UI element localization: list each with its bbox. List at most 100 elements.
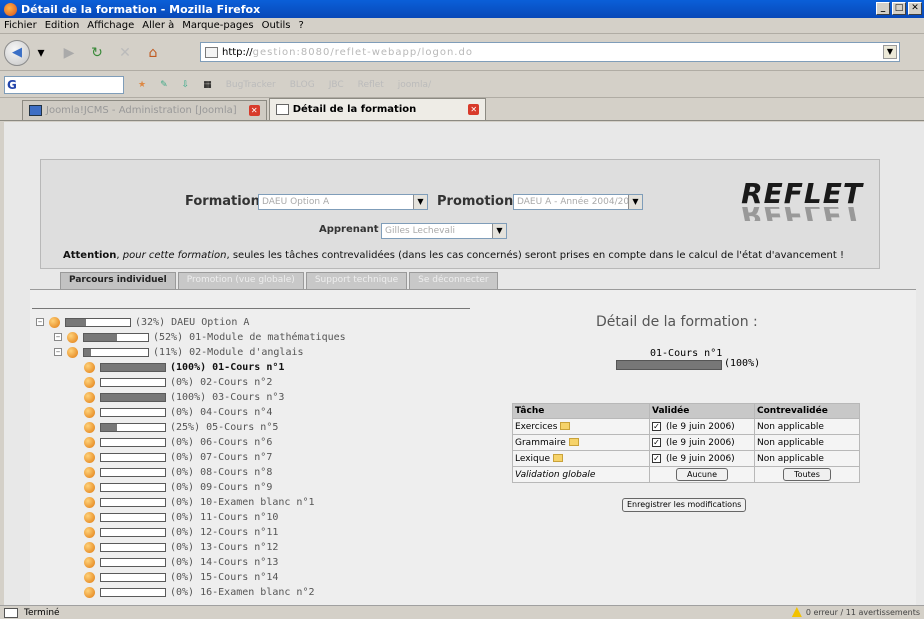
chevron-down-icon: ▼ [492,224,506,238]
progress-bar [100,497,166,507]
validated-checkbox[interactable]: ✓ [652,437,661,447]
node-status-icon [84,511,95,523]
node-status-icon [84,481,95,493]
tree-node-label[interactable]: (0%) 16-Examen blanc n°2 [170,587,315,598]
close-tab-icon[interactable]: ✕ [248,105,260,116]
tree-node[interactable]: (0%) 15-Cours n°14 [84,570,278,584]
menu-fichier[interactable]: Fichier [4,20,37,31]
tree-node-label[interactable]: (0%) 07-Cours n°7 [170,452,272,463]
folder-icon[interactable] [560,422,571,430]
close-tab-icon[interactable]: ✕ [468,104,480,115]
bookmark-bugtracker[interactable]: BugTracker [226,80,276,90]
maximize-button[interactable]: □ [892,2,906,15]
collapse-icon[interactable]: − [36,318,44,326]
tree-node[interactable]: (0%) 09-Cours n°9 [84,480,272,494]
tree-node-label[interactable]: (0%) 04-Cours n°4 [170,407,272,418]
tree-node-label[interactable]: (0%) 12-Cours n°11 [170,527,278,538]
stop-icon[interactable]: ✕ [116,44,134,62]
reload-icon[interactable]: ↻ [88,44,106,62]
minimize-button[interactable]: _ [876,2,890,15]
folder-icon[interactable] [553,454,564,462]
tab-parcours-individuel[interactable]: Parcours individuel [60,272,176,289]
grid-icon[interactable]: ▦ [203,80,212,90]
tree-node[interactable]: (0%) 08-Cours n°8 [84,465,272,479]
tree-node[interactable]: (0%) 11-Cours n°10 [84,510,278,524]
back-arrow-icon[interactable]: ◀ [4,39,30,66]
progress-bar [100,377,166,387]
home-icon[interactable]: ⌂ [144,44,162,62]
firefox-icon [4,2,17,16]
menu-aller[interactable]: Aller à [142,20,174,31]
tree-node[interactable]: (0%) 07-Cours n°7 [84,450,272,464]
promotion-select[interactable]: DAEU A - Année 2004/2005 ▼ [513,194,643,210]
bookmark-jbc[interactable]: JBC [329,80,344,90]
bookmark-blog[interactable]: BLOG [290,80,315,90]
save-changes-button[interactable]: Enregistrer les modifications [622,498,747,512]
tree-node[interactable]: − (32%) DAEU Option A [36,315,249,329]
validated-checkbox[interactable]: ✓ [652,453,661,463]
search-engine-box[interactable]: G [4,75,124,94]
tree-node[interactable]: (25%) 05-Cours n°5 [84,420,278,434]
tree-node-label[interactable]: (0%) 13-Cours n°12 [170,542,278,553]
tree-node-label[interactable]: (100%) 01-Cours n°1 [170,362,284,373]
status-text: Terminé [24,607,60,618]
tree-node[interactable]: (100%) 03-Cours n°3 [84,390,284,404]
tree-node-label[interactable]: (11%) 02-Module d'anglais [153,347,304,358]
collapse-icon[interactable]: − [54,333,62,341]
tree-node-label[interactable]: (0%) 10-Examen blanc n°1 [170,497,315,508]
formation-select[interactable]: DAEU Option A ▼ [258,194,428,210]
tree-node[interactable]: − (52%) 01-Module de mathématiques [54,330,346,344]
tree-node[interactable]: (0%) 06-Cours n°6 [84,435,272,449]
address-bar[interactable]: http:// gestion:8080/reflet-webapp/logon… [200,42,900,62]
tree-node[interactable]: (100%) 01-Cours n°1 [84,360,284,374]
tree-node[interactable]: (0%) 16-Examen blanc n°2 [84,585,315,599]
tree-node[interactable]: (0%) 02-Cours n°2 [84,375,272,389]
menu-help[interactable]: ? [298,20,303,31]
tree-node-label[interactable]: (0%) 11-Cours n°10 [170,512,278,523]
close-window-button[interactable]: ✕ [908,2,922,15]
tab-support-technique[interactable]: Support technique [305,272,408,289]
tree-node[interactable]: (0%) 14-Cours n°13 [84,555,278,569]
validate-none-button[interactable]: Aucune [675,468,728,481]
tree-node-label[interactable]: (0%) 09-Cours n°9 [170,482,272,493]
error-console-status[interactable]: 0 erreur / 11 avertissements [791,607,920,617]
tree-node-label[interactable]: (0%) 14-Cours n°13 [170,557,278,568]
tab-promotion[interactable]: Promotion (vue globale) [177,272,304,289]
folder-icon[interactable] [568,438,579,446]
vertical-scrollbar[interactable] [916,122,924,605]
star-icon[interactable]: ★ [138,80,146,90]
dropdown-icon[interactable]: ▾ [32,44,50,62]
tree-node[interactable]: (0%) 12-Cours n°11 [84,525,278,539]
tree-node-label[interactable]: (100%) 03-Cours n°3 [170,392,284,403]
validate-all-button[interactable]: Toutes [783,468,831,481]
tree-node[interactable]: (0%) 04-Cours n°4 [84,405,272,419]
menu-outils[interactable]: Outils [262,20,291,31]
menu-marque-pages[interactable]: Marque-pages [182,20,253,31]
tree-node-label[interactable]: (0%) 15-Cours n°14 [170,572,278,583]
tree-node-label[interactable]: (0%) 02-Cours n°2 [170,377,272,388]
tab-joomla[interactable]: Joomla!JCMS - Administration [Joomla] ✕ [22,100,267,120]
url-history-dropdown-icon[interactable]: ▼ [883,45,897,59]
tree-node-label[interactable]: (25%) 05-Cours n°5 [170,422,278,433]
collapse-icon[interactable]: − [54,348,62,356]
tree-node[interactable]: (0%) 10-Examen blanc n°1 [84,495,315,509]
bookmark-reflet[interactable]: Reflet [358,80,384,90]
download-icon[interactable]: ⇩ [182,80,190,90]
tree-node[interactable]: − (11%) 02-Module d'anglais [54,345,304,359]
menu-affichage[interactable]: Affichage [87,20,134,31]
global-validation-row: Validation globale Aucune Toutes [513,467,859,482]
joomla-icon [29,105,42,116]
apprenant-select[interactable]: Gilles Lechevali ▼ [381,223,507,239]
tab-se-deconnecter[interactable]: Se déconnecter [409,272,498,289]
tree-node-label[interactable]: (0%) 06-Cours n°6 [170,437,272,448]
validated-checkbox[interactable]: ✓ [652,421,661,431]
tab-detail-formation[interactable]: Détail de la formation ✕ [268,98,487,120]
tree-node-label[interactable]: (32%) DAEU Option A [135,317,249,328]
tree-node-label[interactable]: (0%) 08-Cours n°8 [170,467,272,478]
tree-node-label[interactable]: (52%) 01-Module de mathématiques [153,332,346,343]
tree-node[interactable]: (0%) 13-Cours n°12 [84,540,278,554]
forward-arrow-icon[interactable]: ▶ [60,44,78,62]
menu-edition[interactable]: Edition [45,20,80,31]
bookmark-joomla[interactable]: joomla/ [398,80,431,90]
bookmark-icon[interactable]: ✎ [160,80,168,90]
